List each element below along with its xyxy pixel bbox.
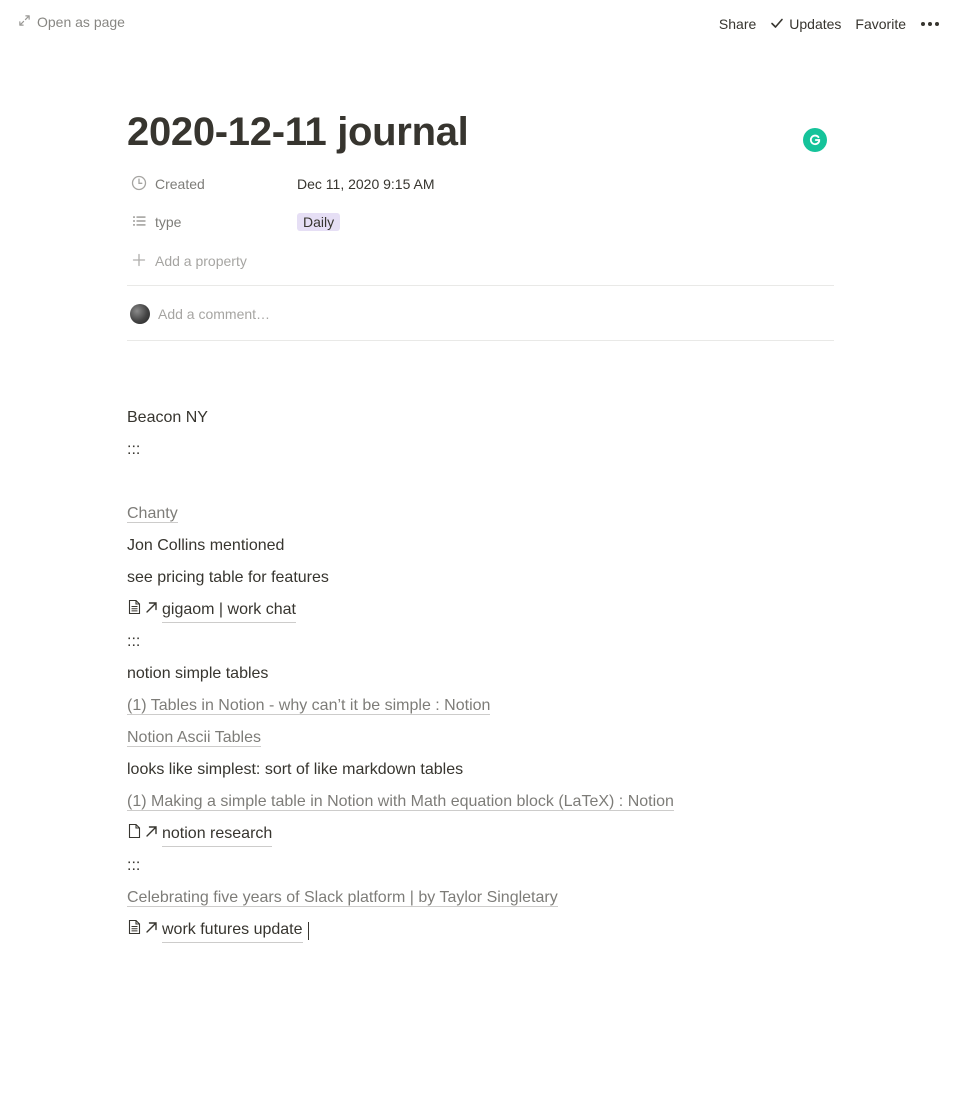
checkmark-icon xyxy=(770,16,784,33)
comment-row[interactable]: Add a comment… xyxy=(127,300,834,328)
link-block[interactable]: (1) Tables in Notion - why can’t it be s… xyxy=(127,694,491,718)
page-link[interactable]: gigaom | work chat xyxy=(127,598,296,623)
text-block[interactable]: ::: xyxy=(127,438,140,462)
top-bar: Open as page Share Updates Favorite xyxy=(0,0,959,45)
add-property-label: Add a property xyxy=(155,253,247,269)
clock-icon xyxy=(131,175,147,194)
property-created[interactable]: Created Dec 11, 2020 9:15 AM xyxy=(127,167,834,201)
text-block[interactable]: ::: xyxy=(127,854,140,878)
share-label: Share xyxy=(718,16,757,32)
text-block[interactable]: see pricing table for features xyxy=(127,566,329,590)
open-as-page-button[interactable]: Open as page xyxy=(18,14,125,30)
open-as-page-label: Open as page xyxy=(37,14,125,30)
page-link-title[interactable]: notion research xyxy=(162,822,273,847)
divider xyxy=(127,340,834,341)
avatar xyxy=(130,304,150,324)
text-block[interactable]: Beacon NY xyxy=(127,406,208,430)
web-link[interactable]: (1) Tables in Notion - why can’t it be s… xyxy=(127,697,491,715)
link-arrow-icon xyxy=(144,919,159,943)
text-block[interactable]: Jon Collins mentioned xyxy=(127,534,284,558)
page-link-title[interactable]: work futures update xyxy=(162,918,303,943)
document-lines-icon xyxy=(127,919,142,943)
divider xyxy=(127,285,834,286)
document-blank-icon xyxy=(127,823,142,847)
page-title[interactable]: 2020-12-11 journal xyxy=(127,107,469,157)
web-link[interactable]: Celebrating five years of Slack platform… xyxy=(127,889,558,907)
plus-icon xyxy=(131,252,147,271)
link-block[interactable]: Chanty xyxy=(127,502,178,526)
add-property: Add a property xyxy=(127,252,247,271)
more-options-icon[interactable] xyxy=(913,12,943,36)
type-tag: Daily xyxy=(297,213,341,231)
expand-arrow-icon xyxy=(18,14,31,30)
grammarly-icon[interactable] xyxy=(803,128,827,152)
property-name: Created xyxy=(127,175,297,194)
link-arrow-icon xyxy=(144,823,159,847)
page-link[interactable]: work futures update xyxy=(127,918,309,943)
property-label: Created xyxy=(155,176,205,192)
favorite-button[interactable]: Favorite xyxy=(848,12,913,36)
favorite-label: Favorite xyxy=(855,16,906,32)
text-block[interactable]: ::: xyxy=(127,630,140,654)
document-lines-icon xyxy=(127,599,142,623)
page-link[interactable]: notion research xyxy=(127,822,273,847)
web-link[interactable]: Notion Ascii Tables xyxy=(127,729,261,747)
property-value: Daily xyxy=(297,213,341,231)
top-actions: Share Updates Favorite xyxy=(712,12,943,36)
page-link-title[interactable]: gigaom | work chat xyxy=(162,598,296,623)
link-block[interactable]: Celebrating five years of Slack platform… xyxy=(127,886,558,910)
updates-button[interactable]: Updates xyxy=(763,12,848,36)
comment-input[interactable]: Add a comment… xyxy=(158,306,270,322)
updates-label: Updates xyxy=(789,16,842,32)
link-block[interactable]: Notion Ascii Tables xyxy=(127,726,261,750)
property-type[interactable]: type Daily xyxy=(127,205,834,239)
share-button[interactable]: Share xyxy=(712,12,763,36)
link-block[interactable]: (1) Making a simple table in Notion with… xyxy=(127,790,674,814)
list-icon xyxy=(131,213,147,232)
text-block[interactable]: notion simple tables xyxy=(127,662,268,686)
web-link[interactable]: Chanty xyxy=(127,505,178,523)
web-link[interactable]: (1) Making a simple table in Notion with… xyxy=(127,793,674,811)
link-arrow-icon xyxy=(144,599,159,623)
property-label: type xyxy=(155,214,182,230)
text-cursor xyxy=(307,921,309,940)
text-block[interactable]: looks like simplest: sort of like markdo… xyxy=(127,758,463,782)
property-name: type xyxy=(127,213,297,232)
property-value: Dec 11, 2020 9:15 AM xyxy=(297,176,435,192)
add-property-button[interactable]: Add a property xyxy=(127,244,834,278)
